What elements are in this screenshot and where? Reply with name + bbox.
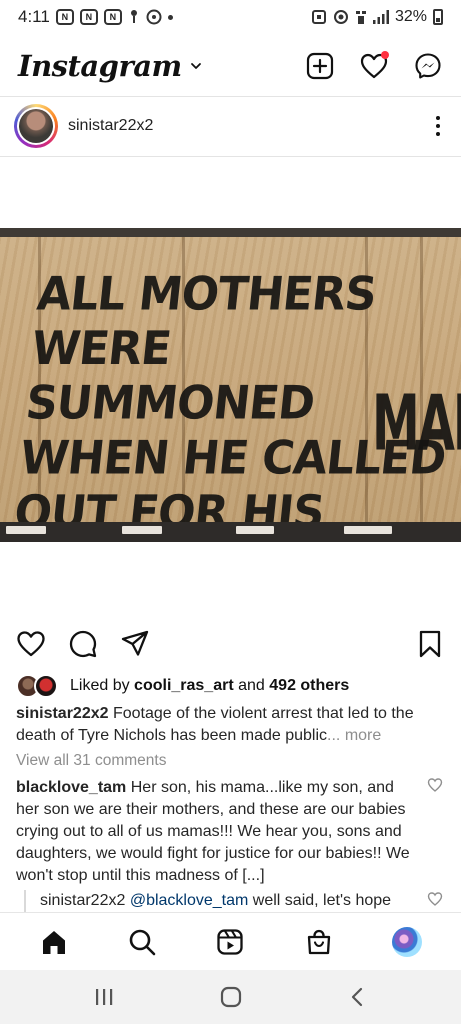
home-icon bbox=[43, 930, 66, 954]
comment-like-icon[interactable] bbox=[427, 777, 443, 793]
system-nav-bar bbox=[0, 970, 461, 1024]
profile-icon bbox=[391, 926, 422, 957]
wifi-call-icon bbox=[355, 11, 366, 24]
more-notifications-dot bbox=[167, 14, 173, 20]
graffiti-line: ALL MOTHERS bbox=[34, 267, 379, 322]
nav-profile[interactable] bbox=[391, 926, 423, 958]
home-button-icon bbox=[220, 986, 241, 1008]
comment-icon[interactable] bbox=[68, 629, 98, 659]
post-options-button[interactable] bbox=[429, 111, 447, 141]
more-dot bbox=[436, 116, 440, 120]
notification-icon: N bbox=[79, 9, 98, 25]
caption-username[interactable]: sinistar22x2 bbox=[16, 705, 109, 722]
story-ring[interactable] bbox=[14, 104, 58, 148]
alarm-icon bbox=[311, 10, 326, 24]
nav-search[interactable] bbox=[126, 926, 158, 958]
likes-others-count[interactable]: 492 others bbox=[269, 677, 349, 694]
post-header-divider bbox=[0, 156, 461, 157]
clock: 4:11 bbox=[18, 7, 50, 26]
nav-shop[interactable] bbox=[303, 926, 335, 958]
like-icon[interactable] bbox=[16, 629, 46, 659]
pinterest-notification-icon bbox=[146, 9, 162, 25]
post-header: sinistar22x2 bbox=[0, 100, 461, 152]
nav-reels[interactable] bbox=[214, 926, 246, 958]
notification-icon: N bbox=[103, 9, 122, 25]
messenger-button[interactable] bbox=[413, 51, 443, 81]
reply-username[interactable]: sinistar22x2 bbox=[40, 892, 125, 909]
new-post-icon bbox=[306, 52, 334, 80]
post-username[interactable]: sinistar22x2 bbox=[68, 117, 153, 135]
likes-summary[interactable]: Liked by cooli_ras_art and 492 others bbox=[16, 674, 349, 698]
post-image[interactable]: ALL MOTHERS WERE SUMMONED WHEN HE CALLED… bbox=[0, 228, 461, 542]
recents-button[interactable] bbox=[89, 982, 119, 1012]
header-divider bbox=[0, 96, 461, 97]
view-all-comments-link[interactable]: View all 31 comments bbox=[16, 752, 166, 770]
chevron-down-icon[interactable] bbox=[190, 60, 202, 72]
likes-and: and bbox=[238, 677, 265, 694]
shop-icon bbox=[307, 929, 330, 954]
recents-icon bbox=[95, 989, 112, 1005]
liker-username[interactable]: cooli_ras_art bbox=[134, 677, 234, 694]
bottom-nav bbox=[0, 912, 461, 970]
search-icon bbox=[129, 929, 156, 955]
post-caption: sinistar22x2 Footage of the violent arre… bbox=[16, 703, 436, 747]
nav-home[interactable] bbox=[38, 926, 70, 958]
comment-reply: sinistar22x2 @blacklove_tam well said, l… bbox=[24, 890, 424, 914]
image-top-edge bbox=[0, 228, 461, 237]
status-bar: 4:11 N N N 32% bbox=[0, 0, 461, 34]
liker-avatars bbox=[16, 674, 60, 698]
reply-mention[interactable]: @blacklove_tam bbox=[130, 892, 249, 909]
share-icon[interactable] bbox=[120, 629, 150, 659]
reply-like-icon[interactable] bbox=[427, 891, 443, 907]
more-dot bbox=[436, 124, 440, 128]
new-post-button[interactable] bbox=[305, 51, 335, 81]
home-button[interactable] bbox=[216, 982, 246, 1012]
signal-icon bbox=[372, 10, 389, 24]
save-icon[interactable] bbox=[415, 629, 445, 659]
notification-dot bbox=[381, 51, 389, 59]
avatar bbox=[19, 109, 53, 143]
notification-icon: N bbox=[55, 9, 74, 25]
caption-more-link[interactable]: more bbox=[345, 727, 381, 744]
notifications-button[interactable] bbox=[359, 51, 389, 81]
post-actions bbox=[0, 626, 461, 662]
comment: blacklove_tam Her son, his mama...like m… bbox=[16, 777, 412, 887]
instagram-logo[interactable]: Instagram bbox=[18, 49, 182, 83]
caption-ellipsis: ... bbox=[327, 727, 341, 744]
back-button[interactable] bbox=[343, 982, 373, 1012]
battery-icon bbox=[433, 9, 443, 25]
reply-text: well said, let's hope bbox=[252, 892, 392, 909]
graffiti-side-text: MAMA bbox=[372, 379, 461, 469]
android-notification-icon bbox=[130, 10, 137, 23]
liker-avatar bbox=[34, 674, 58, 698]
battery-percent: 32% bbox=[394, 8, 427, 25]
more-dot bbox=[436, 132, 440, 136]
comment-username[interactable]: blacklove_tam bbox=[16, 779, 126, 796]
app-header: Instagram bbox=[0, 40, 461, 92]
floor-pad bbox=[344, 526, 392, 534]
floor-pad bbox=[122, 526, 162, 534]
do-not-disturb-icon bbox=[333, 10, 348, 24]
floor-pad bbox=[236, 526, 274, 534]
messenger-icon bbox=[415, 53, 441, 79]
back-icon bbox=[351, 987, 362, 1007]
likes-prefix: Liked by bbox=[70, 677, 130, 694]
floor-pad bbox=[6, 526, 46, 534]
reels-icon bbox=[217, 928, 244, 955]
